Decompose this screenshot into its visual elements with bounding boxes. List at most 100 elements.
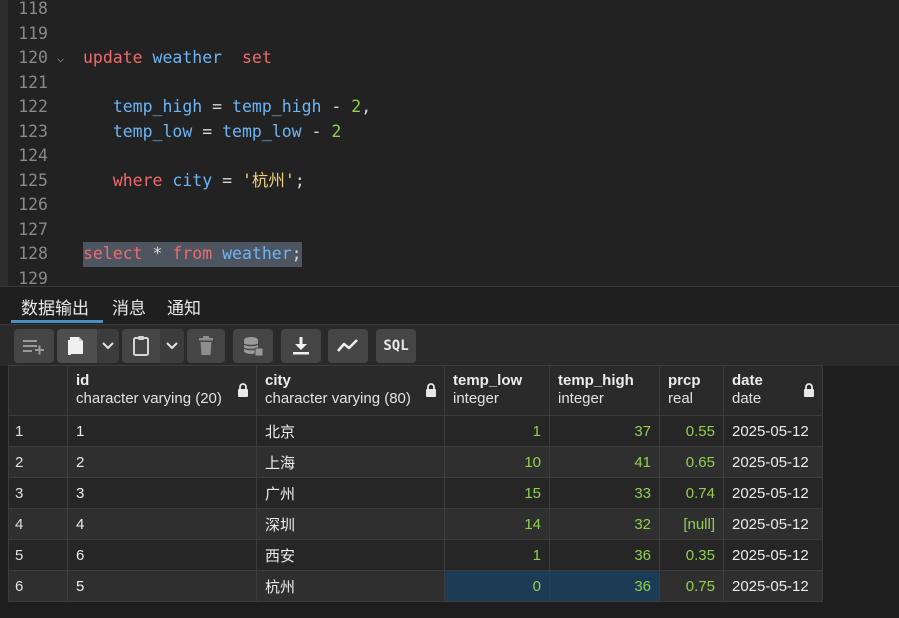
code-line[interactable]: 118 bbox=[0, 0, 899, 22]
table-cell[interactable]: [null] bbox=[659, 508, 724, 540]
code-line[interactable]: 127 bbox=[0, 218, 899, 243]
table-cell[interactable]: 0.35 bbox=[659, 539, 724, 571]
code-token: temp_high bbox=[112, 97, 203, 116]
table-cell[interactable]: 0.75 bbox=[659, 570, 724, 602]
line-number: 129 bbox=[18, 268, 48, 287]
table-cell[interactable]: 广州 bbox=[256, 477, 445, 509]
row-number-cell[interactable]: 2 bbox=[8, 446, 68, 478]
row-number-cell[interactable]: 6 bbox=[8, 570, 68, 602]
graph-visualiser-button[interactable] bbox=[328, 329, 368, 363]
code-line[interactable]: 126 bbox=[0, 193, 899, 218]
column-header-city[interactable]: city character varying (80) bbox=[256, 365, 445, 416]
code-token: ; bbox=[294, 170, 305, 190]
tab-notifications[interactable]: 通知 bbox=[167, 294, 201, 319]
code-line[interactable]: 121 bbox=[0, 71, 899, 96]
table-cell[interactable]: 3 bbox=[67, 477, 257, 509]
table-cell[interactable]: 北京 bbox=[256, 415, 445, 447]
table-cell[interactable]: 37 bbox=[549, 415, 660, 447]
row-number-cell[interactable]: 5 bbox=[8, 539, 68, 571]
query-editor[interactable]: 118 119 120 ⌵ update weather set 121 122 temp_… bbox=[0, 0, 899, 286]
code-token: * bbox=[142, 244, 173, 263]
paste-button[interactable] bbox=[122, 329, 160, 363]
column-header-temp-low[interactable]: temp_low integer bbox=[444, 365, 550, 416]
delete-icon bbox=[198, 336, 214, 356]
table-cell[interactable]: 2025-05-12 bbox=[723, 446, 823, 478]
table-cell[interactable]: 6 bbox=[67, 539, 257, 571]
table-cell[interactable]: 33 bbox=[549, 477, 660, 509]
fold-chevron-icon[interactable]: ⌵ bbox=[57, 46, 64, 71]
table-cell[interactable]: 1 bbox=[444, 415, 550, 447]
line-number: 122 bbox=[18, 97, 48, 116]
column-header-date[interactable]: date date bbox=[723, 365, 823, 416]
download-button[interactable] bbox=[281, 329, 321, 363]
code-line[interactable]: 124 bbox=[0, 144, 899, 169]
table-row[interactable]: 3 3 广州 15 33 0.74 2025-05-12 bbox=[8, 477, 823, 509]
column-header-id[interactable]: id character varying (20) bbox=[67, 365, 257, 416]
table-cell[interactable]: 4 bbox=[67, 508, 257, 540]
table-cell[interactable]: 36 bbox=[549, 539, 660, 571]
table-cell[interactable]: 0.74 bbox=[659, 477, 724, 509]
table-cell[interactable]: 0.55 bbox=[659, 415, 724, 447]
table-row[interactable]: 4 4 深圳 14 32 [null] 2025-05-12 bbox=[8, 508, 823, 540]
column-header-temp-high[interactable]: temp_high integer bbox=[549, 365, 660, 416]
code-line[interactable]: 125 where city = '杭州'; bbox=[0, 169, 899, 194]
table-cell[interactable]: 41 bbox=[549, 446, 660, 478]
row-number-cell[interactable]: 3 bbox=[8, 477, 68, 509]
copy-options-dropdown[interactable] bbox=[97, 329, 119, 363]
table-cell[interactable]: 14 bbox=[444, 508, 550, 540]
add-row-button[interactable] bbox=[14, 329, 54, 363]
table-cell[interactable]: 10 bbox=[444, 446, 550, 478]
table-cell[interactable]: 1 bbox=[67, 415, 257, 447]
line-number: 127 bbox=[18, 219, 48, 239]
table-cell[interactable]: 2025-05-12 bbox=[723, 539, 823, 571]
table-cell[interactable]: 0 bbox=[444, 570, 550, 602]
table-row[interactable]: 2 2 上海 10 41 0.65 2025-05-12 bbox=[8, 446, 823, 478]
column-header-prcp[interactable]: prcp real bbox=[659, 365, 724, 416]
table-cell[interactable]: 2025-05-12 bbox=[723, 508, 823, 540]
table-cell[interactable]: 2025-05-12 bbox=[723, 570, 823, 602]
code-token: temp_low bbox=[222, 121, 302, 141]
table-cell[interactable]: 2025-05-12 bbox=[723, 477, 823, 509]
code-line[interactable]: 129 bbox=[0, 267, 899, 287]
save-data-button[interactable] bbox=[233, 329, 273, 363]
copy-button[interactable] bbox=[57, 329, 97, 363]
row-number-header[interactable] bbox=[8, 365, 68, 416]
table-cell[interactable]: 上海 bbox=[256, 446, 445, 478]
code-line[interactable]: 119 bbox=[0, 22, 899, 47]
table-cell[interactable]: 15 bbox=[444, 477, 550, 509]
view-sql-button[interactable]: SQL bbox=[376, 329, 416, 363]
table-row[interactable]: 5 6 西安 1 36 0.35 2025-05-12 bbox=[8, 539, 823, 571]
table-cell[interactable]: 深圳 bbox=[256, 508, 445, 540]
table-row[interactable]: 1 1 北京 1 37 0.55 2025-05-12 bbox=[8, 415, 823, 447]
code-token: ; bbox=[291, 244, 302, 263]
row-number-cell[interactable]: 4 bbox=[8, 508, 68, 540]
table-row[interactable]: 6 5 杭州 0 36 0.75 2025-05-12 bbox=[8, 570, 823, 602]
row-number-cell[interactable]: 1 bbox=[8, 415, 68, 447]
delete-row-button[interactable] bbox=[187, 329, 225, 363]
lock-icon bbox=[237, 383, 249, 402]
column-name: prcp bbox=[668, 372, 701, 389]
table-cell[interactable]: 2025-05-12 bbox=[723, 415, 823, 447]
table-cell[interactable]: 5 bbox=[67, 570, 257, 602]
line-number: 128 bbox=[18, 244, 48, 263]
table-cell[interactable]: 杭州 bbox=[256, 570, 445, 602]
code-line[interactable]: 120 ⌵ update weather set bbox=[0, 46, 899, 71]
code-line[interactable]: 123 temp_low = temp_low - 2 bbox=[0, 120, 899, 145]
table-cell[interactable]: 36 bbox=[549, 570, 660, 602]
paste-options-dropdown[interactable] bbox=[160, 329, 184, 363]
table-cell[interactable]: 2 bbox=[67, 446, 257, 478]
data-output-grid[interactable]: id character varying (20) city character… bbox=[8, 365, 823, 602]
table-cell[interactable]: 1 bbox=[444, 539, 550, 571]
tab-messages[interactable]: 消息 bbox=[112, 294, 146, 319]
code-line[interactable]: 122 temp_high = temp_high - 2, bbox=[0, 95, 899, 120]
table-cell[interactable]: 32 bbox=[549, 508, 660, 540]
line-number: 121 bbox=[18, 72, 48, 92]
column-name: id bbox=[76, 372, 90, 389]
table-cell[interactable]: 西安 bbox=[256, 539, 445, 571]
table-cell[interactable]: 0.65 bbox=[659, 446, 724, 478]
tab-data-output[interactable]: 数据输出 bbox=[21, 294, 89, 319]
code-line[interactable]: 128 select * from weather; bbox=[0, 242, 899, 267]
